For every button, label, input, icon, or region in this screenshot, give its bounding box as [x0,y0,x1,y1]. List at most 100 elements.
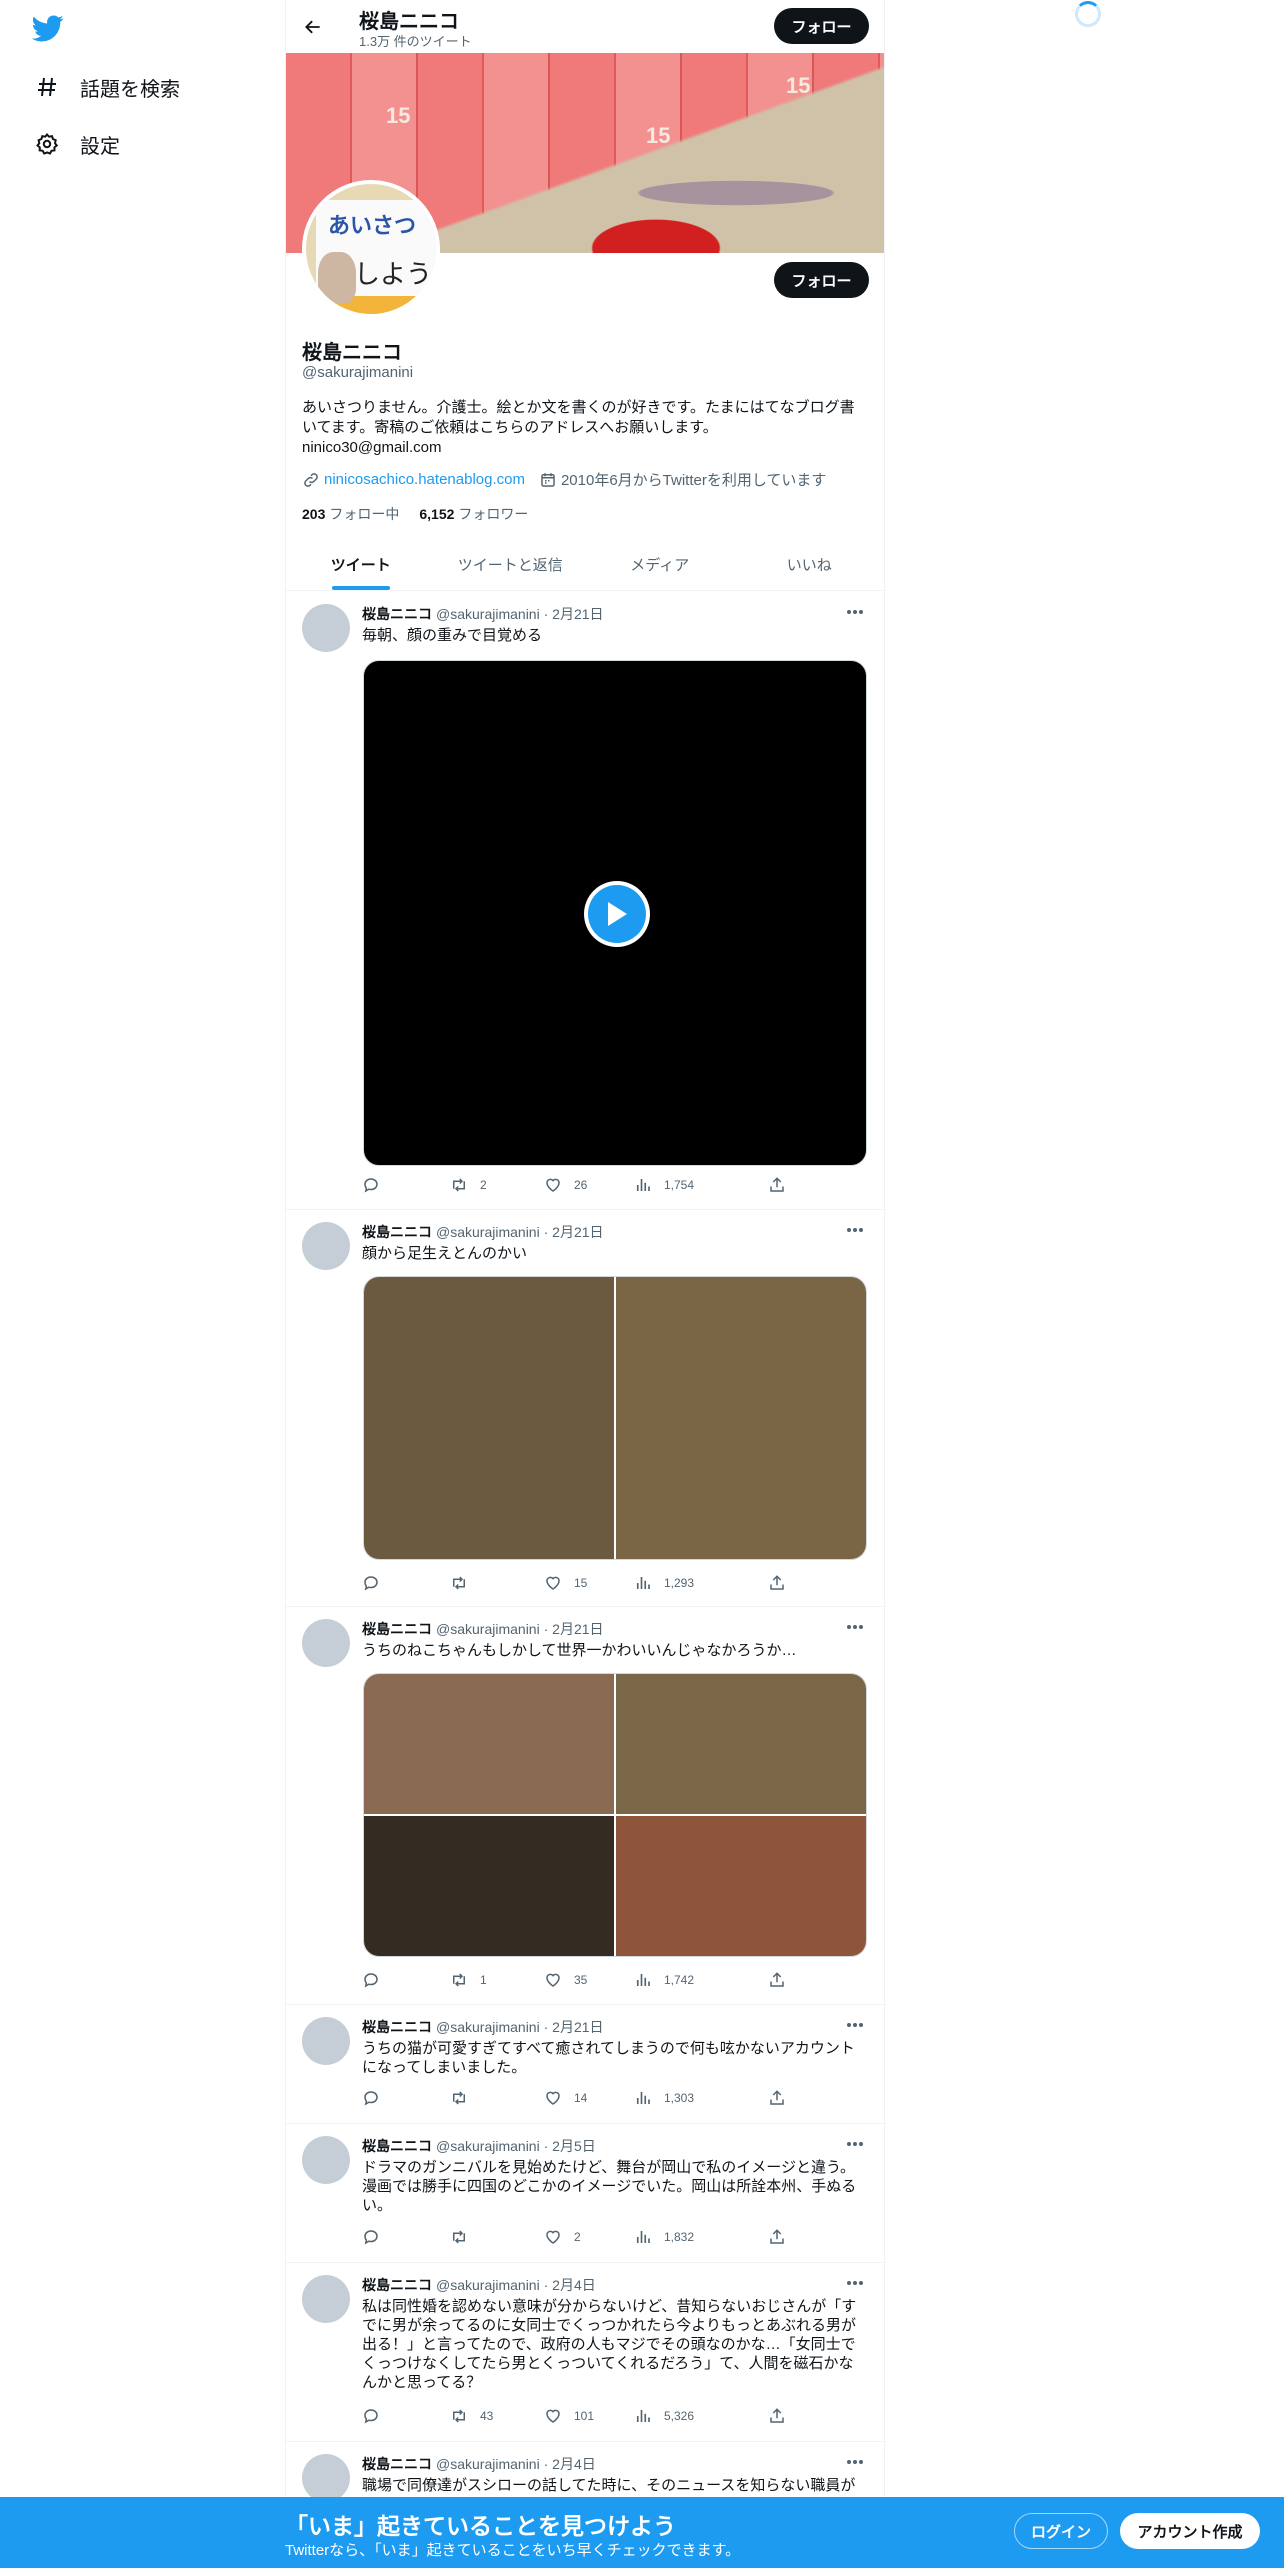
profile-website-link[interactable]: ninicosachico.hatenablog.com [324,471,525,488]
tweet-author-name[interactable]: 桜島ニニコ [362,2017,432,2037]
play-button-icon[interactable] [584,881,650,947]
tweet-date[interactable]: 2月21日 [552,604,603,624]
tweet-date[interactable]: 2月4日 [552,2454,596,2474]
views-button[interactable]: 1,293 [634,1574,694,1592]
tweet-author-handle[interactable]: @sakurajimanini [436,2138,540,2154]
retweet-button[interactable]: 2 [450,1176,487,1194]
more-options-icon[interactable] [842,2273,868,2293]
tweet-date[interactable]: 2月5日 [552,2136,596,2156]
tweet-date[interactable]: 2月21日 [552,2017,603,2037]
nav-settings-label: 設定 [80,135,120,158]
avatar[interactable] [302,2275,350,2323]
tweet-photo[interactable] [364,1674,614,1814]
tweet-photo[interactable] [616,1674,866,1814]
tab-tweets[interactable]: ツイート [286,538,436,590]
tweet-author-handle[interactable]: @sakurajimanini [436,2277,540,2293]
tweet-author-name[interactable]: 桜島ニニコ [362,2454,432,2474]
more-options-icon[interactable] [842,2015,868,2035]
views-button[interactable]: 5,326 [634,2407,694,2425]
tweet-actions: 15 1,293 [362,1574,802,1594]
tweet-author-handle[interactable]: @sakurajimanini [436,606,540,622]
reply-button[interactable] [362,2407,392,2425]
retweet-button[interactable] [450,2089,480,2107]
tweet-author-name[interactable]: 桜島ニニコ [362,2275,432,2295]
reply-button[interactable] [362,2228,392,2246]
retweet-button[interactable]: 1 [450,1971,487,1989]
tweet-photo[interactable] [364,1816,614,1956]
nav-explore[interactable]: 話題を検索 [30,62,180,112]
more-options-icon[interactable] [842,1220,868,1240]
tweet-photo[interactable] [616,1277,866,1559]
tab-media[interactable]: メディア [585,538,735,590]
tweet-author-handle[interactable]: @sakurajimanini [436,1621,540,1637]
avatar[interactable] [302,2454,350,2502]
retweet-button[interactable] [450,2228,480,2246]
following-link[interactable]: 203 フォロー中 [302,504,399,524]
more-options-icon[interactable] [842,602,868,622]
tweet-item[interactable]: 桜島ニニコ @sakurajimanini · 2月21日 うちの猫が可愛すぎて… [286,2005,884,2124]
share-button[interactable] [768,2228,798,2246]
analytics-icon [636,1974,650,1986]
tweet-author-handle[interactable]: @sakurajimanini [436,2019,540,2035]
more-options-icon[interactable] [842,1617,868,1637]
more-options-icon[interactable] [842,2452,868,2472]
like-button[interactable]: 14 [544,2089,587,2107]
tweet-item[interactable]: 桜島ニニコ @sakurajimanini · 2月5日 ドラマのガンニバルを見… [286,2124,884,2263]
back-arrow-icon[interactable] [296,10,330,44]
tab-likes[interactable]: いいね [735,538,885,590]
avatar[interactable] [302,1222,350,1270]
share-button[interactable] [768,2407,798,2425]
profile-avatar[interactable]: あいさつ しよう [302,180,440,318]
avatar[interactable] [302,1619,350,1667]
tweet-date[interactable]: 2月21日 [552,1619,603,1639]
tab-tweets-replies[interactable]: ツイートと返信 [436,538,586,590]
tweet-date[interactable]: 2月4日 [552,2275,596,2295]
header-follow-button[interactable]: フォロー [774,8,869,44]
share-button[interactable] [768,1971,798,1989]
share-button[interactable] [768,2089,798,2107]
like-button[interactable]: 2 [544,2228,581,2246]
signup-button[interactable]: アカウント作成 [1120,2513,1260,2549]
reply-button[interactable] [362,2089,392,2107]
reply-button[interactable] [362,1971,392,1989]
tweet-item[interactable]: 桜島ニニコ @sakurajimanini · 2月21日 毎朝、顔の重みで目覚… [286,592,884,1210]
tweet-author-handle[interactable]: @sakurajimanini [436,2456,540,2472]
like-button[interactable]: 15 [544,1574,587,1592]
tweet-photo[interactable] [616,1816,866,1956]
retweet-button[interactable]: 43 [450,2407,493,2425]
profile-follow-button[interactable]: フォロー [774,262,869,298]
avatar[interactable] [302,604,350,652]
more-options-icon[interactable] [842,2134,868,2154]
tweet-video[interactable] [363,660,867,1166]
nav-settings[interactable]: 設定 [30,119,120,169]
avatar-text: しよう [354,259,433,289]
views-button[interactable]: 1,303 [634,2089,694,2107]
like-button[interactable]: 35 [544,1971,587,1989]
twitter-bird-icon[interactable] [31,12,64,44]
avatar[interactable] [302,2017,350,2065]
reply-button[interactable] [362,1574,392,1592]
like-button[interactable]: 101 [544,2407,594,2425]
reply-button[interactable] [362,1176,392,1194]
avatar[interactable] [302,2136,350,2184]
followers-link[interactable]: 6,152 フォロワー [419,504,528,524]
tweet-photo[interactable] [364,1277,614,1559]
share-button[interactable] [768,1176,798,1194]
link-icon [302,471,320,489]
tweet-author-name[interactable]: 桜島ニニコ [362,1222,432,1242]
tweet-date[interactable]: 2月21日 [552,1222,603,1242]
tweet-author-handle[interactable]: @sakurajimanini [436,1224,540,1240]
tweet-item[interactable]: 桜島ニニコ @sakurajimanini · 2月4日 私は同性婚を認めない意… [286,2263,884,2442]
share-button[interactable] [768,1574,798,1592]
views-button[interactable]: 1,754 [634,1176,694,1194]
tweet-item[interactable]: 桜島ニニコ @sakurajimanini · 2月21日 うちのねこちゃんもし… [286,1607,884,2005]
views-button[interactable]: 1,832 [634,2228,694,2246]
views-button[interactable]: 1,742 [634,1971,694,1989]
like-button[interactable]: 26 [544,1176,587,1194]
tweet-author-name[interactable]: 桜島ニニコ [362,1619,432,1639]
login-button[interactable]: ログイン [1014,2513,1108,2549]
retweet-button[interactable] [450,1574,480,1592]
tweet-item[interactable]: 桜島ニニコ @sakurajimanini · 2月21日 顔から足生えとんのか… [286,1210,884,1607]
tweet-author-name[interactable]: 桜島ニニコ [362,604,432,624]
tweet-author-name[interactable]: 桜島ニニコ [362,2136,432,2156]
